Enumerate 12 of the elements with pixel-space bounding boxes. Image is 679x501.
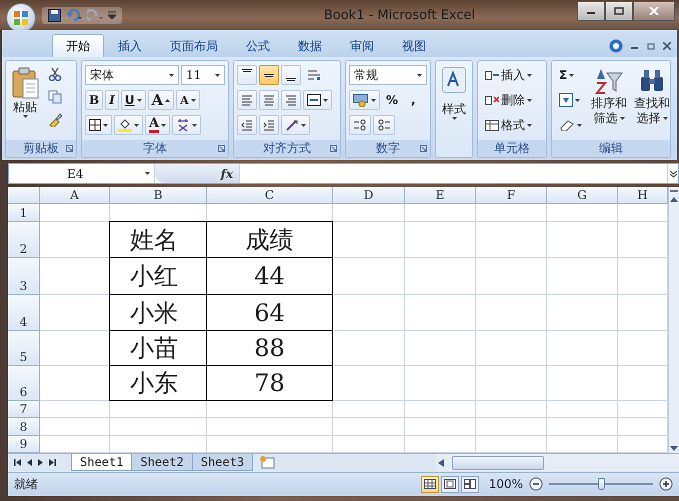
window-title: Book1 - Microsoft Excel [322, 8, 476, 22]
group-label: 编辑 [599, 140, 623, 157]
table-cell: 成绩 [206, 221, 333, 258]
group-label: 剪贴板 [23, 140, 59, 157]
group-label: 字体 [143, 140, 167, 157]
table-cell: 78 [206, 365, 333, 401]
group-label: 数字 [376, 140, 400, 157]
table-cell: 小东 [109, 365, 207, 401]
table-cell: 姓名 [109, 221, 207, 258]
group-label: 单元格 [494, 140, 530, 157]
status-text: 就绪 [14, 476, 38, 492]
group-label: 对齐方式 [263, 140, 311, 157]
